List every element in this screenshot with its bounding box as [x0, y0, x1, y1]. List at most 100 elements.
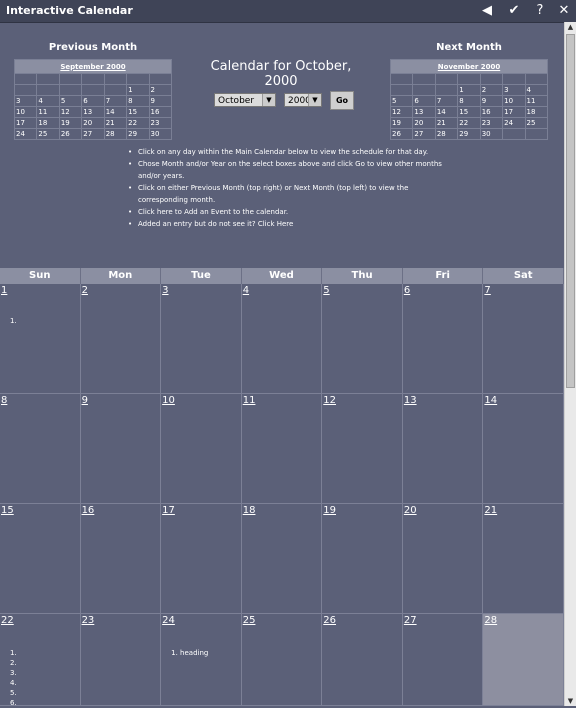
vertical-scrollbar[interactable]: ▲ ▼	[564, 22, 576, 706]
day-cell[interactable]: 7	[483, 284, 564, 394]
day-number[interactable]: 15	[1, 505, 14, 516]
year-select[interactable]: 2000 ▼	[284, 93, 322, 107]
mini-day-cell	[434, 84, 459, 96]
mini-day-cell: 15	[457, 106, 481, 118]
day-cell[interactable]: 5	[322, 284, 403, 394]
instruction-item[interactable]: Added an entry but do not see it? Click …	[128, 218, 458, 230]
day-cell[interactable]: 1 1.	[0, 284, 81, 394]
day-number[interactable]: 26	[323, 615, 336, 626]
next-month-calendar[interactable]: November 2000 1 2 3 4 5 6 7 8 9 10 11 12 13 14 15 16 17 18…	[389, 59, 549, 140]
day-cell[interactable]: 11	[241, 394, 323, 504]
day-number[interactable]: 10	[162, 395, 175, 406]
day-cell[interactable]: 20	[402, 504, 484, 614]
mini-day-cell: 29	[457, 128, 481, 140]
day-cell[interactable]: 4	[241, 284, 323, 394]
scroll-up-icon[interactable]: ▲	[565, 22, 576, 32]
day-cell[interactable]: 21	[483, 504, 564, 614]
day-cell[interactable]: 26	[322, 614, 403, 706]
day-number[interactable]: 22	[1, 615, 14, 626]
day-number[interactable]: 18	[243, 505, 256, 516]
day-number[interactable]: 4	[243, 285, 249, 296]
day-cell[interactable]: 14	[483, 394, 564, 504]
day-cell[interactable]: 19	[322, 504, 403, 614]
mini-day-cell	[36, 73, 60, 85]
mini-day-cell: 7	[103, 95, 128, 107]
day-cell[interactable]: 12	[322, 394, 403, 504]
day-cell[interactable]: 8	[0, 394, 81, 504]
day-number[interactable]: 12	[323, 395, 336, 406]
event-item[interactable]: 4.	[10, 678, 17, 688]
help-icon[interactable]: ?	[531, 2, 549, 20]
day-number[interactable]: 16	[82, 505, 95, 516]
day-number[interactable]: 19	[323, 505, 336, 516]
day-number[interactable]: 7	[484, 285, 490, 296]
day-cell[interactable]: 13	[402, 394, 484, 504]
day-number[interactable]: 21	[484, 505, 497, 516]
day-cell[interactable]: 17	[161, 504, 242, 614]
mini-day-cell: 14	[434, 106, 459, 118]
day-cell[interactable]: 16	[80, 504, 162, 614]
day-number[interactable]: 25	[243, 615, 256, 626]
event-item[interactable]: 2.	[10, 658, 17, 668]
day-cell[interactable]: 25	[241, 614, 323, 706]
mini-month-link[interactable]: September 2000	[14, 59, 172, 74]
day-cell[interactable]: 15	[0, 504, 81, 614]
day-number[interactable]: 11	[243, 395, 256, 406]
day-cell[interactable]: 6	[402, 284, 484, 394]
day-cell[interactable]: 22 1. 2. 3. 4. 5. 6.	[0, 614, 81, 708]
day-number[interactable]: 28	[484, 615, 497, 626]
day-number[interactable]: 17	[162, 505, 175, 516]
check-icon[interactable]: ✔	[505, 2, 523, 20]
day-cell[interactable]: 23	[80, 614, 162, 706]
day-cell[interactable]: 24 1. heading	[161, 614, 242, 706]
day-number[interactable]: 1	[1, 285, 7, 296]
day-cell[interactable]: 3	[161, 284, 242, 394]
instruction-item[interactable]: Click here to Add an Event to the calend…	[128, 206, 458, 218]
day-cell[interactable]: 18	[241, 504, 323, 614]
mini-day-cell: 25	[36, 128, 60, 140]
event-item[interactable]: 1. heading	[171, 648, 208, 658]
day-number[interactable]: 20	[404, 505, 417, 516]
day-number[interactable]: 6	[404, 285, 410, 296]
day-number[interactable]: 5	[323, 285, 329, 296]
event-item[interactable]: 1.	[10, 648, 17, 658]
mini-day-cell: 23	[479, 117, 504, 129]
mini-day-cell: 5	[58, 95, 83, 107]
mini-day-cell: 9	[479, 95, 504, 107]
day-number[interactable]: 8	[1, 395, 7, 406]
mini-day-cell: 28	[434, 128, 459, 140]
mini-day-cell	[389, 73, 414, 85]
mini-day-cell: 26	[58, 128, 83, 140]
day-number[interactable]: 2	[82, 285, 88, 296]
day-number[interactable]: 9	[82, 395, 88, 406]
event-list: 1. heading	[171, 648, 208, 658]
event-item[interactable]: 6.	[10, 698, 17, 708]
previous-month-calendar[interactable]: September 2000 1 2 3 4 5 6 7 8 9 10 11 12 13 14 15 16 17 1…	[13, 59, 173, 140]
event-item[interactable]: 3.	[10, 668, 17, 678]
chevron-down-icon[interactable]: ▼	[262, 94, 275, 106]
day-cell[interactable]: 27	[402, 614, 484, 706]
mini-month-link[interactable]: November 2000	[390, 59, 548, 74]
day-number[interactable]: 23	[82, 615, 95, 626]
scroll-down-icon[interactable]: ▼	[565, 696, 576, 706]
day-cell[interactable]: 10	[161, 394, 242, 504]
month-select[interactable]: October ▼	[214, 93, 276, 107]
day-number[interactable]: 24	[162, 615, 175, 626]
day-number[interactable]: 3	[162, 285, 168, 296]
day-number[interactable]: 13	[404, 395, 417, 406]
back-icon[interactable]: ◀	[478, 2, 496, 20]
mini-day-cell: 30	[148, 128, 173, 140]
event-item[interactable]: 1.	[10, 316, 17, 326]
day-cell[interactable]: 2	[80, 284, 162, 394]
day-number[interactable]: 14	[484, 395, 497, 406]
day-number[interactable]: 27	[404, 615, 417, 626]
chevron-down-icon[interactable]: ▼	[308, 94, 321, 106]
event-item[interactable]: 5.	[10, 688, 17, 698]
scroll-thumb[interactable]	[566, 34, 575, 388]
mini-day-cell	[479, 73, 504, 85]
day-cell[interactable]: 9	[80, 394, 162, 504]
go-button[interactable]: Go	[330, 91, 354, 110]
day-cell[interactable]: 28	[483, 614, 564, 706]
mini-day-cell: 17	[13, 117, 38, 129]
close-icon[interactable]: ✕	[555, 2, 573, 20]
